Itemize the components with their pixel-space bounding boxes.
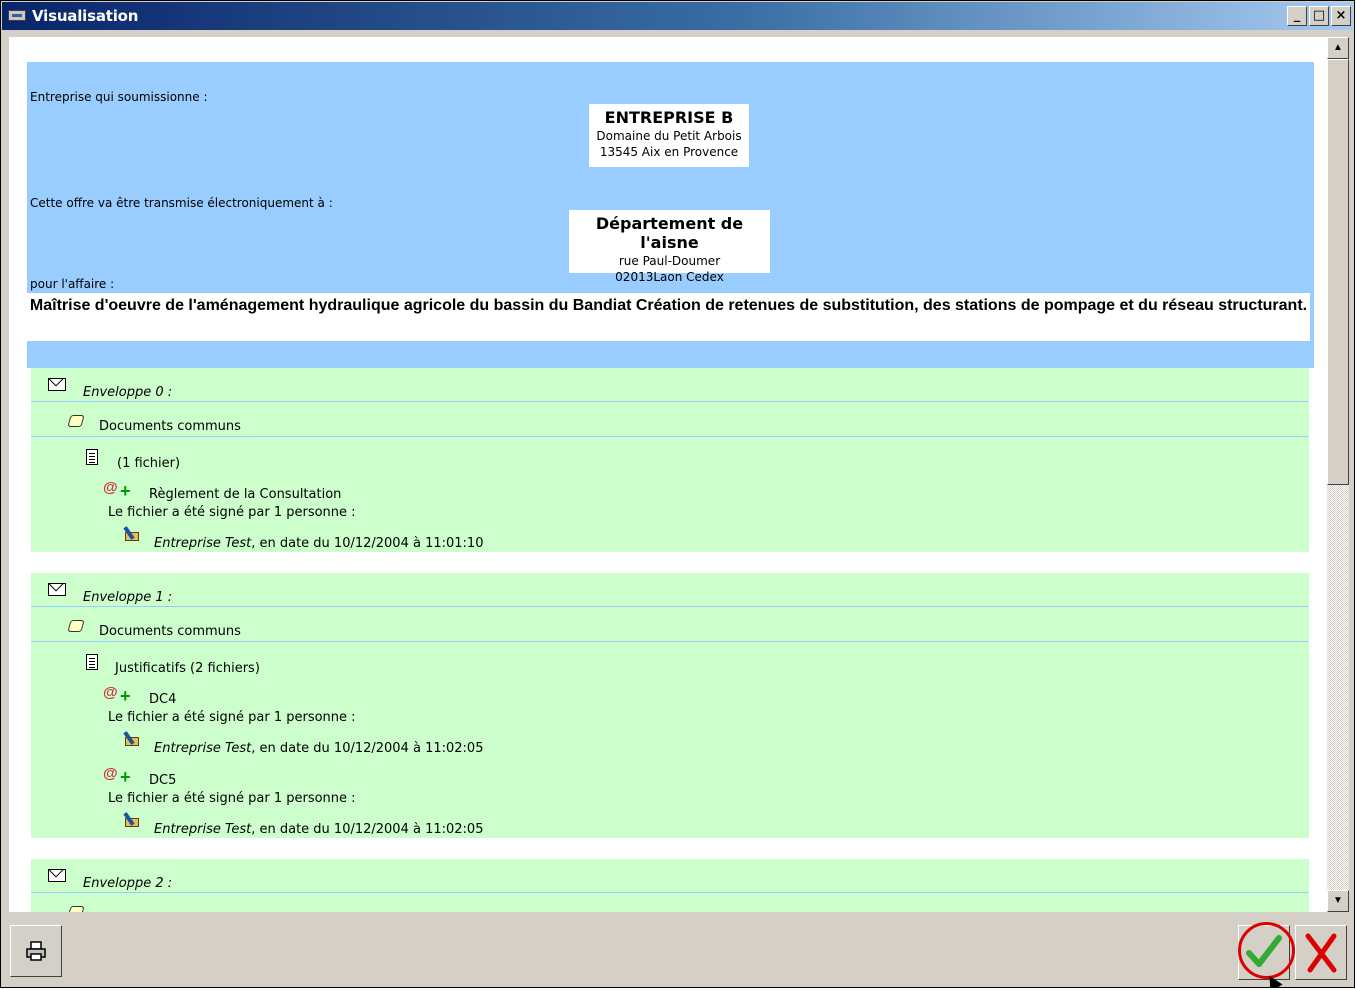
printer-icon (26, 941, 46, 961)
recipient-box: Département de l'aisne rue Paul-Doumer 0… (569, 210, 770, 284)
signed-text: Le fichier a été signé par 1 personne : (108, 505, 356, 520)
signature-icon (123, 526, 141, 542)
checkmark-icon (1246, 935, 1282, 967)
visualisation-window: Visualisation _ □ × Entreprise qui soumi… (0, 0, 1355, 988)
transmit-label: Cette offre va être transmise électroniq… (30, 196, 333, 210)
document-icon (86, 449, 98, 465)
minimize-button[interactable]: _ (1287, 6, 1307, 26)
maximize-button[interactable]: □ (1309, 6, 1329, 26)
scroll-icon (67, 415, 85, 427)
file-name[interactable]: DC5 (149, 773, 176, 788)
signed-text: Le fichier a été signé par 1 personne : (108, 791, 356, 806)
envelope-2: Enveloppe 2 : (31, 859, 1309, 912)
close-icon (1305, 933, 1337, 973)
add-icon[interactable]: + (120, 481, 131, 502)
signed-date: , en date du 10/12/2004 à 11:02:05 (251, 741, 484, 756)
submitter-city: 13545 Aix en Provence (599, 145, 739, 159)
add-icon[interactable]: + (120, 767, 131, 788)
affaire-label: pour l'affaire : (30, 277, 115, 291)
window-title: Visualisation (32, 7, 139, 25)
title-bar: Visualisation _ □ × (2, 2, 1353, 30)
envelope-icon (48, 869, 66, 882)
affaire-title: Maîtrise d'oeuvre de l'aménagement hydra… (27, 293, 1310, 341)
section-label: Documents communs (99, 419, 241, 434)
close-window-button[interactable]: × (1331, 6, 1351, 26)
scroll-icon (67, 906, 85, 912)
signed-date: , en date du 10/12/2004 à 11:02:05 (251, 822, 484, 837)
envelope-label: Enveloppe 1 : (83, 590, 173, 605)
signed-text: Le fichier a été signé par 1 personne : (108, 710, 356, 725)
scroll-icon (67, 620, 85, 632)
document-icon (86, 654, 98, 670)
signature-icon (123, 812, 141, 828)
scroll-up-button[interactable]: ▲ (1327, 37, 1349, 59)
envelope-icon (48, 583, 66, 596)
submitter-name: ENTREPRISE B (604, 108, 734, 127)
scroll-thumb[interactable] (1327, 59, 1349, 485)
cancel-button[interactable] (1295, 925, 1347, 980)
app-icon (8, 10, 26, 21)
envelope-label: Enveloppe 2 : (83, 876, 173, 891)
submitter-address: Domaine du Petit Arbois (596, 129, 742, 143)
vertical-scrollbar[interactable]: ▲ ▼ (1327, 37, 1349, 912)
file-name[interactable]: DC4 (149, 692, 176, 707)
signer-name: Entreprise Test (154, 822, 252, 837)
validate-button[interactable] (1238, 925, 1290, 980)
recipient-city: 02013Laon Cedex (615, 270, 724, 284)
section-label: Documents communs (99, 624, 241, 639)
attachment-icon: @ (103, 765, 118, 782)
envelope-0: Enveloppe 0 : Documents communs (1 fichi… (31, 368, 1309, 552)
add-icon[interactable]: + (120, 686, 131, 707)
attachment-icon: @ (103, 479, 118, 496)
signer-name: Entreprise Test (154, 536, 252, 551)
submitter-box: ENTREPRISE B Domaine du Petit Arbois 135… (589, 104, 749, 167)
recipient-name: Département de l'aisne (595, 214, 744, 252)
file-name[interactable]: Règlement de la Consultation (149, 487, 341, 502)
print-button[interactable] (10, 925, 62, 977)
footer-toolbar (2, 913, 1353, 987)
attachment-icon: @ (103, 684, 118, 701)
submitter-label: Entreprise qui soumissionne : (30, 90, 208, 104)
envelope-label: Enveloppe 0 : (83, 385, 173, 400)
envelope-1: Enveloppe 1 : Documents communs Justific… (31, 573, 1309, 838)
document-view: Entreprise qui soumissionne : ENTREPRISE… (9, 37, 1327, 912)
envelope-icon (48, 378, 66, 391)
signer-name: Entreprise Test (154, 741, 252, 756)
file-group-label: Justificatifs (2 fichiers) (115, 661, 260, 676)
file-group-label: (1 fichier) (117, 456, 181, 471)
signed-date: , en date du 10/12/2004 à 11:01:10 (251, 536, 484, 551)
signature-icon (123, 731, 141, 747)
scroll-down-button[interactable]: ▼ (1327, 890, 1349, 912)
recipient-address: rue Paul-Doumer (618, 254, 721, 268)
